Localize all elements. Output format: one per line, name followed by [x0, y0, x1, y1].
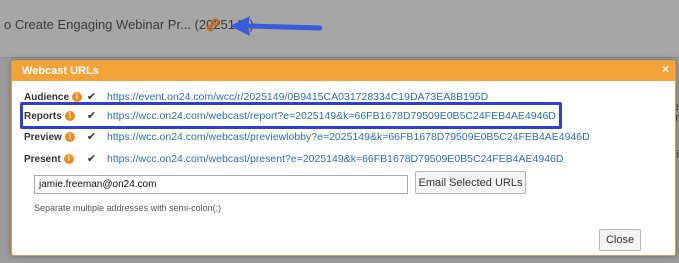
row-label-preview: Preview i	[24, 132, 75, 143]
webcast-urls-dialog: Webcast URLs × Audience i ✔ https://even…	[11, 60, 676, 256]
checkbox-reports[interactable]: ✔	[86, 110, 97, 122]
row-label-text: Preview	[24, 131, 62, 143]
dialog-title: Webcast URLs	[22, 65, 99, 77]
row-label-reports: Reports i	[24, 111, 75, 122]
url-link-reports[interactable]: https://wcc.on24.com/webcast/report?e=20…	[107, 110, 556, 122]
row-label-present: Present i	[24, 154, 74, 165]
close-button[interactable]: Close	[599, 229, 641, 251]
link-icon[interactable]	[204, 16, 222, 34]
row-label-audience: Audience i	[24, 91, 83, 103]
email-selected-urls-button[interactable]: Email Selected URLs	[415, 171, 526, 194]
url-link-present[interactable]: https://wcc.on24.com/webcast/present?e=2…	[107, 153, 563, 165]
url-row-reports: Reports i ✔ https://wcc.on24.com/webcast…	[12, 107, 572, 125]
info-icon[interactable]: i	[64, 132, 75, 142]
annotation-arrow	[230, 16, 322, 36]
row-label-text: Present	[24, 153, 61, 165]
row-label-text: Audience	[24, 91, 70, 103]
checkbox-preview[interactable]: ✔	[86, 131, 97, 143]
url-row-preview: Preview i ✔ https://wcc.on24.com/webcast…	[12, 128, 590, 146]
email-addresses-input[interactable]	[34, 175, 408, 194]
url-row-present: Present i ✔ https://wcc.on24.com/webcast…	[12, 150, 572, 168]
url-link-preview[interactable]: https://wcc.on24.com/webcast/previewlobb…	[107, 131, 590, 143]
checkbox-present[interactable]: ✔	[86, 153, 97, 165]
page-header: o Create Engaging Webinar Pr... (2025149…	[0, 0, 679, 58]
dialog-header: Webcast URLs ×	[12, 61, 675, 81]
url-row-audience: Audience i ✔ https://event.on24.com/wcc/…	[12, 88, 572, 106]
url-link-audience[interactable]: https://event.on24.com/wcc/r/2025149/0B9…	[107, 91, 488, 103]
info-icon[interactable]: i	[72, 92, 83, 102]
email-hint-text: Separate multiple addresses with semi-co…	[34, 203, 222, 213]
close-icon[interactable]: ×	[662, 62, 669, 76]
row-label-text: Reports	[24, 110, 62, 122]
info-icon[interactable]: i	[63, 154, 74, 164]
info-icon[interactable]: i	[64, 111, 75, 121]
checkbox-audience[interactable]: ✔	[86, 91, 97, 103]
